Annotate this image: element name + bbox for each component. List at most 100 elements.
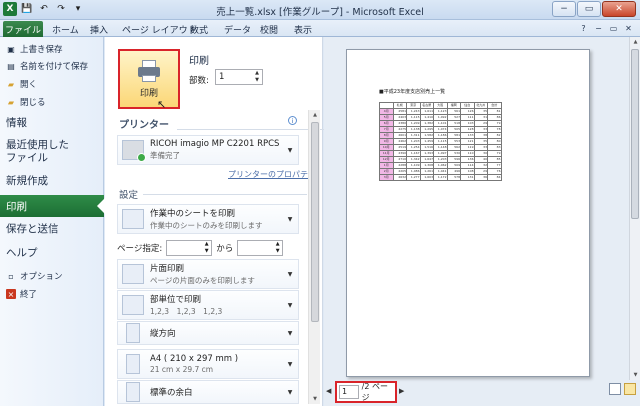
orientation-dropdown[interactable]: 縦方向 ▼ <box>117 321 299 345</box>
sheet-cell: 36 <box>473 174 488 181</box>
restore-window-icon[interactable]: ▭ <box>608 23 619 34</box>
margins-icon <box>126 382 140 402</box>
printer-device-icon <box>122 140 146 162</box>
sheet-cell: 84 <box>487 174 502 181</box>
printer-name: RICOH imagio MP C2201 RPCS <box>150 139 280 149</box>
table-row: 10月 2519 1,254 1,516 1,148 562 119 33 83 <box>379 144 502 151</box>
backstage-info[interactable]: 情報 <box>6 117 27 130</box>
backstage-item-label: 終了 <box>20 290 38 300</box>
previous-page-button[interactable]: ◀ <box>326 387 331 395</box>
tab-review[interactable]: 校閲 <box>260 22 278 36</box>
sheet-table: 札幌 東京 名古屋 大阪 福岡 仙台 北九州 合計 4月 2581 1,243 1,611 1,123 5… <box>379 102 502 181</box>
page-total: /2 ページ <box>361 382 388 402</box>
ribbon-tabs: ファイル ホーム 挿入 ページ レイアウト 数式 データ 校閲 表示 ? − ▭… <box>0 20 640 37</box>
sheet-icon <box>122 209 144 229</box>
copies-label: 部数: <box>189 76 209 86</box>
sides-dropdown[interactable]: 片面印刷 ページの片面のみを印刷します ▼ <box>117 259 299 289</box>
tab-formulas[interactable]: 数式 <box>190 22 208 36</box>
minimize-window-icon[interactable]: − <box>593 23 604 34</box>
title-bar: X 💾 ↶ ↷ ▾ 売上一覧.xlsx [作業グループ] - Microsoft… <box>0 0 640 20</box>
chevron-down-icon: ▼ <box>287 388 293 396</box>
table-row: 4月 2581 1,243 1,611 1,123 561 126 35 81 <box>379 108 502 115</box>
current-page-input[interactable]: 1 <box>339 385 359 399</box>
collate-dropdown[interactable]: 部単位で印刷 1,2,3 1,2,3 1,2,3 ▼ <box>117 290 299 320</box>
backstage-item-open[interactable]: ▰ 開く <box>0 78 104 91</box>
close-window-icon[interactable]: ✕ <box>623 23 634 34</box>
copies-value: 1 <box>219 72 225 82</box>
margins-dropdown[interactable]: 標準の余白 ▼ <box>117 380 299 404</box>
printer-status: 準備完了 <box>150 151 180 160</box>
exit-icon: × <box>6 289 16 299</box>
table-row: 12月 2710 1,342 1,647 1,203 596 136 40 85 <box>379 156 502 163</box>
save-as-icon: ▤ <box>7 61 15 71</box>
table-row: 11月 2390 1,167 1,393 1,097 530 110 30 79 <box>379 150 502 157</box>
pages-from-input[interactable]: ▲ ▼ <box>166 240 213 256</box>
copies-input[interactable]: 1 ▲ ▼ <box>215 69 263 85</box>
orientation-main: 縦方向 <box>150 329 176 339</box>
mouse-cursor-icon: ↖ <box>157 98 167 111</box>
tab-insert[interactable]: 挿入 <box>90 22 108 36</box>
print-button[interactable]: 印刷 <box>118 49 180 109</box>
ribbon-controls: ? − ▭ ✕ <box>578 23 634 34</box>
backstage-print-selected[interactable]: 印刷 <box>0 195 105 217</box>
minimize-button[interactable]: − <box>552 1 576 17</box>
copies-spin-arrows[interactable]: ▲ ▼ <box>253 70 261 84</box>
table-row: 7月 2275 1,138 1,295 1,074 505 128 33 78 <box>379 126 502 133</box>
options-icon: ▫ <box>8 271 14 281</box>
zoom-to-page-button[interactable] <box>624 383 636 395</box>
next-page-button[interactable]: ▶ <box>399 387 404 395</box>
table-row: 5月 2403 1,115 1,410 1,092 527 111 31 86 <box>379 114 502 121</box>
page-range-row: ページ指定: ▲ ▼ から ▲ ▼ <box>117 240 284 256</box>
pages-to-label: から <box>216 244 234 254</box>
sheet-cell: 131 <box>460 174 475 181</box>
chevron-down-icon: ▼ <box>287 146 293 154</box>
chevron-down-icon: ▼ <box>287 329 293 337</box>
paper-size-dropdown[interactable]: A4 ( 210 x 297 mm ) 21 cm x 29.7 cm ▼ <box>117 349 299 379</box>
collate-icon <box>122 295 144 315</box>
pages-label: ページ指定: <box>117 244 163 254</box>
tab-home[interactable]: ホーム <box>52 22 79 36</box>
backstage-item-save[interactable]: ▣ 上書き保存 <box>0 43 104 56</box>
backstage-item-options[interactable]: ▫ オプション <box>0 270 104 283</box>
paper-main: A4 ( 210 x 297 mm ) <box>150 354 239 364</box>
sheet-title: ■平成23年度支店別売上一覧 <box>379 89 446 95</box>
print-what-dropdown[interactable]: 作業中のシートを印刷 作業中のシートのみを印刷します ▼ <box>117 204 299 234</box>
backstage-recent-line1[interactable]: 最近使用した <box>6 139 69 152</box>
help-icon[interactable]: ? <box>578 23 589 34</box>
pages-to-input[interactable]: ▲ ▼ <box>237 240 284 256</box>
backstage-item-save-as[interactable]: ▤ 名前を付けて保存 <box>0 60 104 73</box>
close-button[interactable]: ✕ <box>602 1 636 17</box>
sheet-cell: 1,277 <box>406 174 421 181</box>
show-margins-button[interactable] <box>609 383 621 395</box>
tab-view[interactable]: 表示 <box>294 22 312 36</box>
tab-data[interactable]: データ <box>224 22 251 36</box>
backstage-help[interactable]: ヘルプ <box>6 247 38 260</box>
chevron-down-icon: ▼ <box>287 270 293 278</box>
paper-icon <box>126 354 140 374</box>
backstage-item-label: 上書き保存 <box>20 45 63 55</box>
print-settings-panel: 印刷 印刷 部数: 1 ▲ ▼ プリンター i RICOH imagio MP C… <box>105 37 343 406</box>
table-row: 8月 2601 1,311 1,582 1,186 581 133 38 82 <box>379 132 502 139</box>
print-preview: ■平成23年度支店別売上一覧 札幌 東京 名古屋 大阪 福岡 仙台 北九州 合計 4月 2581 1… <box>324 37 640 406</box>
tab-page-layout[interactable]: ページ レイアウト <box>122 22 197 36</box>
preview-scrollbar[interactable]: ▲ ▼ <box>629 37 640 380</box>
settings-scrollbar[interactable]: ▲ ▼ <box>308 110 320 404</box>
tab-file[interactable]: ファイル <box>3 21 43 37</box>
backstage-recent-line2[interactable]: ファイル <box>6 152 48 165</box>
info-icon[interactable]: i <box>288 116 297 125</box>
printer-dropdown[interactable]: RICOH imagio MP C2201 RPCS 準備完了 ▼ <box>117 135 299 165</box>
table-row: 9月 2462 1,203 1,459 1,115 553 121 35 80 <box>379 138 502 145</box>
window-title: 売上一覧.xlsx [作業グループ] - Microsoft Excel <box>216 7 424 18</box>
restore-button[interactable]: ▭ <box>577 1 601 17</box>
sheet-cell: 3月 <box>379 174 394 181</box>
sheet-cell: 1,603 <box>419 174 434 181</box>
backstage-item-exit[interactable]: × 終了 <box>0 288 104 300</box>
backstage-item-close[interactable]: ▰ 閉じる <box>0 96 104 109</box>
backstage-new[interactable]: 新規作成 <box>6 175 48 188</box>
print-what-sub: 作業中のシートのみを印刷します <box>150 221 263 230</box>
backstage-save-send[interactable]: 保存と送信 <box>6 223 59 236</box>
printer-properties-link[interactable]: プリンターのプロパティ <box>228 169 316 180</box>
sheet-cell: 1,172 <box>433 174 448 181</box>
save-icon: ▣ <box>7 44 15 54</box>
chevron-down-icon: ▼ <box>287 215 293 223</box>
